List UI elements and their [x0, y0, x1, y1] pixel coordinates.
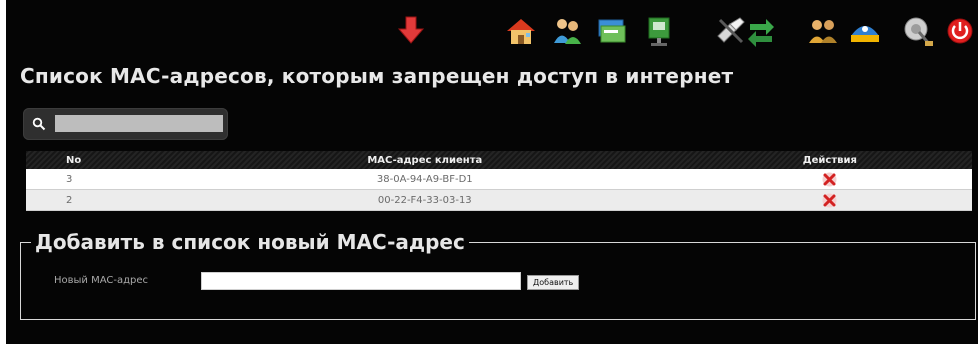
search-input[interactable] [55, 115, 223, 132]
table-header-row: No MAC-адрес клиента Действия [26, 151, 972, 169]
search-box [23, 108, 228, 140]
page-title: Список MAC-адресов, которым запрещен дос… [20, 64, 734, 88]
delete-icon[interactable] [822, 193, 837, 208]
row-number: 3 [66, 173, 73, 185]
network-adapter-icon[interactable] [642, 14, 676, 48]
table-row: 2 00-22-F4-33-03-13 [26, 189, 972, 211]
add-button[interactable]: Добавить [527, 275, 580, 290]
search-icon [32, 117, 46, 131]
network-status-icon[interactable] [848, 14, 882, 48]
column-header-actions: Действия [802, 154, 857, 166]
add-mac-legend: Добавить в список новый MAC-адрес [35, 230, 465, 254]
power-icon[interactable] [943, 14, 977, 48]
network-cards-icon[interactable] [595, 14, 629, 48]
app-frame: Список MAC-адресов, которым запрещен дос… [6, 0, 978, 344]
row-mac-address: 00-22-F4-33-03-13 [377, 194, 472, 206]
satellite-dish-icon[interactable] [901, 14, 935, 48]
users-icon[interactable] [550, 14, 584, 48]
new-mac-label: Новый MAC-адрес [54, 275, 149, 286]
delete-icon[interactable] [822, 172, 837, 187]
table-row: 3 38-0A-94-A9-BF-D1 [26, 169, 972, 190]
column-header-no: No [66, 154, 82, 166]
toolbar [6, 0, 978, 60]
column-header-mac: MAC-адрес клиента [367, 154, 483, 166]
traffic-arrows-icon[interactable] [744, 14, 778, 48]
home-icon[interactable] [504, 14, 538, 48]
download-arrow-icon[interactable] [394, 14, 428, 48]
row-number: 2 [66, 194, 73, 206]
new-mac-input[interactable] [201, 272, 521, 290]
row-mac-address: 38-0A-94-A9-BF-D1 [376, 173, 473, 185]
user-group-icon[interactable] [806, 14, 840, 48]
mac-table: No MAC-адрес клиента Действия 3 38-0A-94… [26, 151, 972, 211]
tools-icon[interactable] [714, 14, 748, 48]
